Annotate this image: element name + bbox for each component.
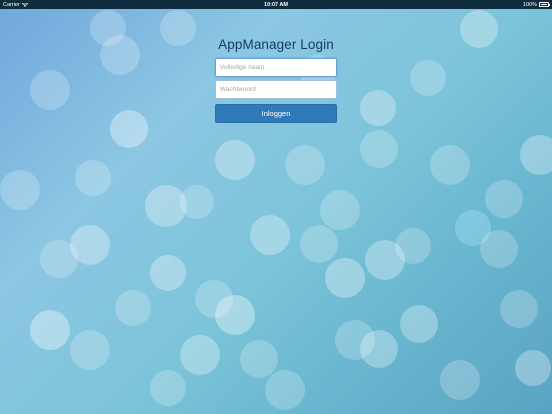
status-right: 100% xyxy=(522,1,550,8)
full-name-input[interactable] xyxy=(215,58,337,77)
carrier-label: Carrier xyxy=(3,1,20,8)
status-time: 10:07 AM xyxy=(264,1,288,8)
wifi-icon xyxy=(21,2,28,7)
battery-percent: 100% xyxy=(522,1,537,8)
battery-icon xyxy=(539,2,550,7)
status-bar: Carrier 10:07 AM 100% xyxy=(0,0,552,9)
status-left: Carrier xyxy=(3,2,28,8)
password-input[interactable] xyxy=(215,80,337,99)
login-button[interactable]: Inloggen xyxy=(215,104,337,123)
battery-fill xyxy=(540,3,548,6)
login-form: AppManager Login Inloggen xyxy=(215,37,337,123)
login-title: AppManager Login xyxy=(218,37,334,52)
